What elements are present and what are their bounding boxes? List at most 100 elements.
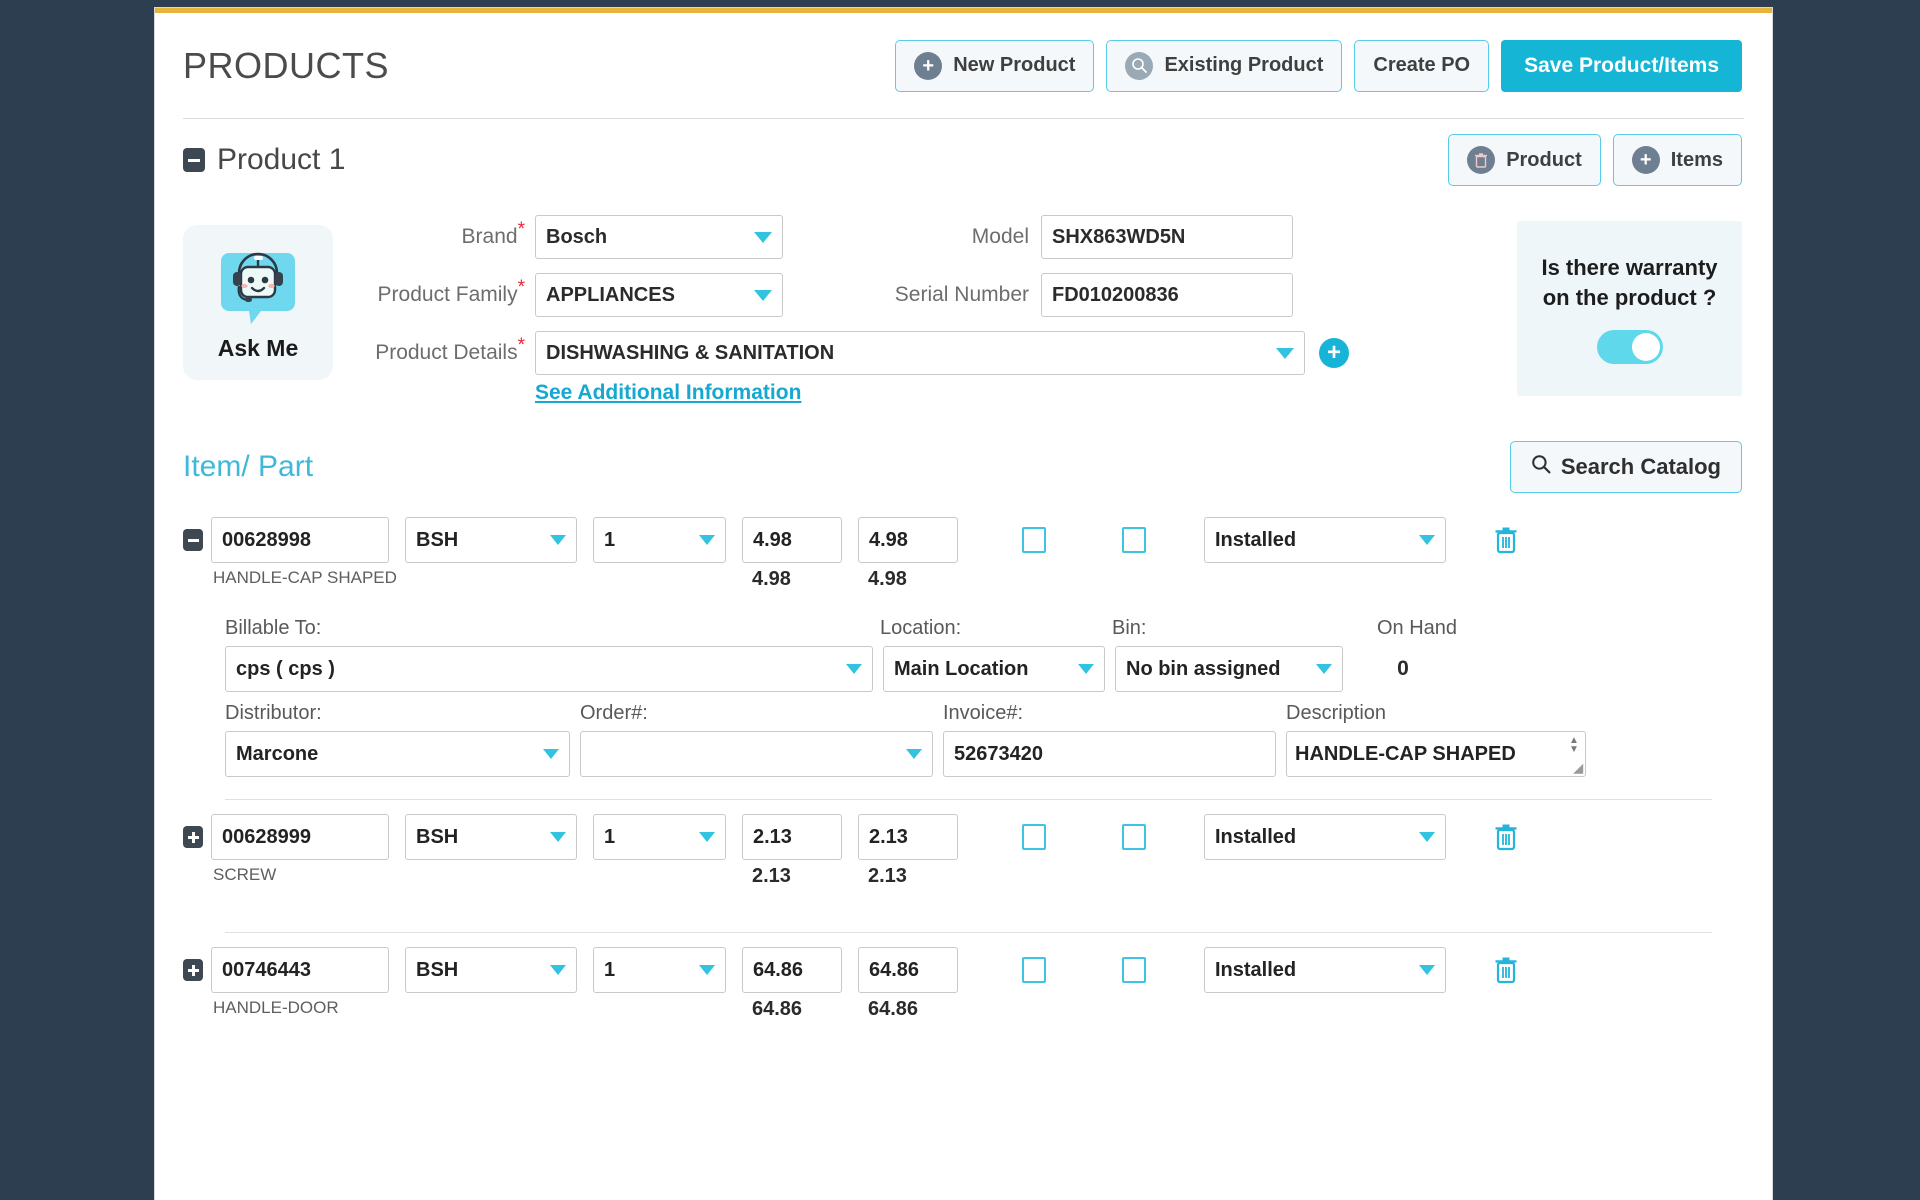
- row-checkbox-2[interactable]: [1122, 824, 1146, 850]
- product-fields: Brand* Bosch Model SHX863WD5N Product Fa…: [333, 215, 1495, 419]
- row-checkbox-2[interactable]: [1122, 957, 1146, 983]
- save-product-items-button[interactable]: Save Product/Items: [1501, 39, 1742, 92]
- chevron-down-icon: [754, 289, 772, 301]
- qty-value: 1: [604, 528, 616, 551]
- part-number-input[interactable]: 00746443: [211, 947, 389, 993]
- location-select[interactable]: Main Location: [883, 646, 1105, 692]
- bin-label: Bin:: [1112, 617, 1147, 639]
- delete-row-icon[interactable]: [1493, 955, 1519, 991]
- product-collapse-toggle[interactable]: [183, 148, 205, 172]
- qty-select[interactable]: 1: [593, 814, 726, 860]
- status-select[interactable]: Installed: [1204, 814, 1446, 860]
- chevron-down-icon: [550, 965, 566, 975]
- field-row-product-details: Product Details* DISHWASHING & SANITATIO…: [355, 331, 1495, 375]
- add-product-detail-button[interactable]: +: [1319, 338, 1349, 368]
- delete-row-icon[interactable]: [1493, 822, 1519, 858]
- chevron-down-icon: [550, 535, 566, 545]
- search-catalog-button[interactable]: Search Catalog: [1509, 441, 1742, 493]
- brand-select[interactable]: Bosch: [535, 215, 783, 259]
- row-collapse-toggle[interactable]: [183, 529, 203, 551]
- row-expand-toggle[interactable]: [183, 826, 203, 848]
- delete-row-cell: [1476, 814, 1536, 858]
- vendor-value: BSH: [416, 958, 459, 981]
- new-product-label: New Product: [953, 54, 1076, 76]
- brand-label-text: Brand: [461, 225, 518, 248]
- see-additional-information-link[interactable]: See Additional Information: [535, 381, 801, 405]
- model-label: Model: [971, 225, 1029, 248]
- existing-product-button[interactable]: Existing Product: [1106, 39, 1343, 92]
- invoice-number-input[interactable]: 52673420: [943, 731, 1276, 777]
- total-cell: 4.98 4.98: [858, 517, 958, 591]
- row-detail-labels-1: Billable To: Location: Bin: On Hand: [225, 617, 1712, 640]
- product-details-value: DISHWASHING & SANITATION: [546, 341, 835, 364]
- total-input[interactable]: 2.13: [858, 814, 958, 860]
- status-select[interactable]: Installed: [1204, 947, 1446, 993]
- on-hand-label: On Hand: [1376, 617, 1458, 639]
- part-number-value: 00628999: [222, 825, 311, 848]
- description-textarea[interactable]: HANDLE-CAP SHAPED ▲ ▼ ◢: [1286, 731, 1586, 777]
- part-number-value: 00746443: [222, 958, 311, 981]
- bin-value: No bin assigned: [1126, 657, 1281, 680]
- delete-row-cell: [1476, 947, 1536, 991]
- part-description: HANDLE-CAP SHAPED: [213, 568, 397, 587]
- price-input[interactable]: 2.13: [742, 814, 842, 860]
- price-value: 2.13: [753, 825, 792, 848]
- delete-product-button[interactable]: Product: [1448, 134, 1601, 186]
- row-checkbox-1[interactable]: [1022, 824, 1046, 850]
- search-icon: [1531, 454, 1551, 480]
- ask-me-button[interactable]: Ask Me: [183, 225, 333, 380]
- part-number-input[interactable]: 00628999: [211, 814, 389, 860]
- bin-select[interactable]: No bin assigned: [1115, 646, 1343, 692]
- product-details-select[interactable]: DISHWASHING & SANITATION: [535, 331, 1305, 375]
- field-row-family-serial: Product Family* APPLIANCES Serial Number…: [355, 273, 1495, 317]
- distributor-select[interactable]: Marcone: [225, 731, 570, 777]
- create-po-button[interactable]: Create PO: [1354, 39, 1490, 92]
- product-family-select[interactable]: APPLIANCES: [535, 273, 783, 317]
- qty-select[interactable]: 1: [593, 947, 726, 993]
- row-checkbox-2[interactable]: [1122, 527, 1146, 553]
- chevron-down-icon: [1419, 832, 1435, 842]
- vendor-select[interactable]: BSH: [405, 947, 577, 993]
- price-input[interactable]: 4.98: [742, 517, 842, 563]
- part-number-input[interactable]: 00628998: [211, 517, 389, 563]
- total-input[interactable]: 4.98: [858, 517, 958, 563]
- total-input[interactable]: 64.86: [858, 947, 958, 993]
- chevron-down-icon: [1316, 664, 1332, 674]
- checkbox-2-cell: [1096, 947, 1172, 983]
- required-marker: *: [517, 219, 525, 240]
- delete-row-cell: [1476, 517, 1536, 561]
- row-checkbox-1[interactable]: [1022, 527, 1046, 553]
- price-subtotal: 2.13: [752, 865, 791, 887]
- vendor-select[interactable]: BSH: [405, 814, 577, 860]
- order-number-select[interactable]: [580, 731, 933, 777]
- chevron-down-icon: [1419, 965, 1435, 975]
- save-label: Save Product/Items: [1524, 53, 1719, 77]
- row-expand-toggle[interactable]: [183, 959, 203, 981]
- qty-value: 1: [604, 825, 616, 848]
- on-hand-value: 0: [1397, 657, 1409, 680]
- price-input[interactable]: 64.86: [742, 947, 842, 993]
- model-input[interactable]: SHX863WD5N: [1041, 215, 1293, 259]
- vendor-select[interactable]: BSH: [405, 517, 577, 563]
- status-cell: Installed: [1204, 814, 1446, 860]
- add-items-button[interactable]: + Items: [1612, 134, 1742, 186]
- status-select[interactable]: Installed: [1204, 517, 1446, 563]
- chevron-down-icon: [699, 832, 715, 842]
- resize-grip-icon[interactable]: ◢: [1574, 761, 1583, 775]
- chevron-down-icon: [1078, 664, 1094, 674]
- billable-to-select[interactable]: cps ( cps ): [225, 646, 873, 692]
- price-value: 64.86: [753, 958, 804, 981]
- warranty-toggle[interactable]: [1596, 329, 1663, 364]
- qty-select[interactable]: 1: [593, 517, 726, 563]
- new-product-button[interactable]: + New Product: [895, 39, 1095, 92]
- plus-circle-icon: +: [914, 51, 943, 80]
- row-checkbox-1[interactable]: [1022, 957, 1046, 983]
- model-value: SHX863WD5N: [1052, 225, 1186, 248]
- total-value: 4.98: [869, 528, 908, 551]
- part-description: SCREW: [213, 865, 277, 884]
- total-cell: 64.86 64.86: [858, 947, 958, 1021]
- stepper-icon[interactable]: ▲ ▼: [1566, 734, 1582, 756]
- delete-row-icon[interactable]: [1493, 525, 1519, 561]
- serial-number-input[interactable]: FD010200836: [1041, 273, 1293, 317]
- product-title: Product 1: [217, 143, 346, 176]
